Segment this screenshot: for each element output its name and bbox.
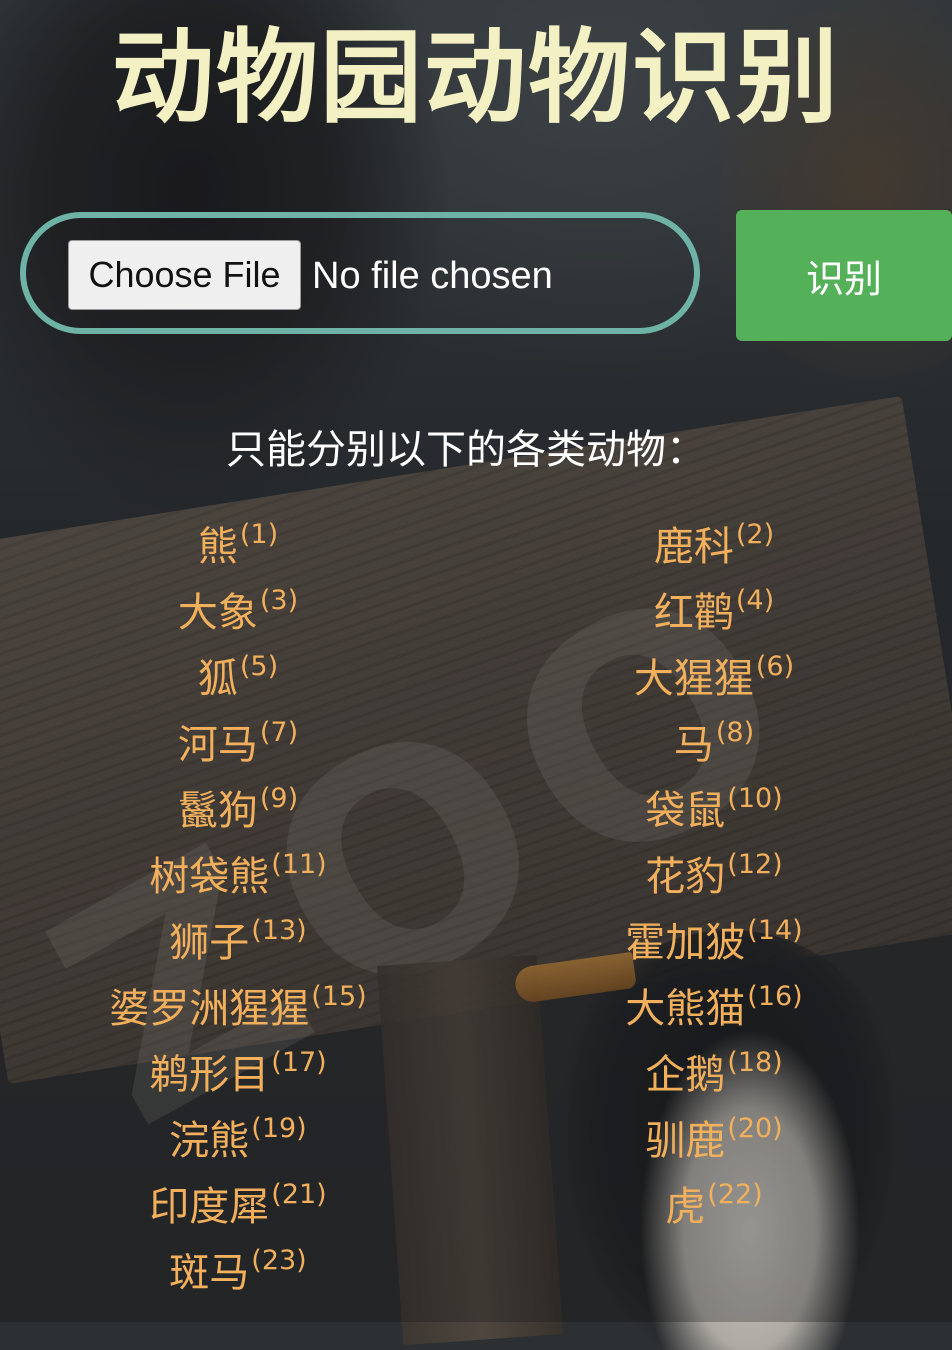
animal-number: (14) [747, 915, 803, 946]
animal-item: 树袋熊(11) [0, 844, 476, 910]
animal-number: (8) [715, 717, 755, 748]
animal-name: 大象 [177, 590, 258, 636]
animal-number: (16) [747, 981, 803, 1012]
animal-item: 虎(22) [476, 1174, 952, 1240]
animal-item: 鬣狗(9) [0, 778, 476, 844]
animal-name: 大熊猫 [625, 986, 746, 1032]
animal-number: (15) [311, 981, 367, 1012]
animal-list-right: 鹿科(2) 红鹳(4) 大猩猩(6) 马(8) 袋鼠(10) 花豹(12) 霍加… [476, 514, 952, 1240]
animal-name: 袋鼠 [645, 788, 726, 834]
animal-name: 婆罗洲猩猩 [109, 986, 310, 1032]
animal-item: 浣熊(19) [0, 1108, 476, 1174]
animal-name: 大猩猩 [633, 656, 754, 702]
animal-item: 企鹅(18) [476, 1042, 952, 1108]
animal-item: 花豹(12) [476, 844, 952, 910]
animal-number: (4) [735, 585, 775, 616]
animal-item: 大熊猫(16) [476, 976, 952, 1042]
animal-number: (21) [271, 1179, 327, 1210]
animal-name: 鹈形目 [149, 1052, 270, 1098]
animal-item: 河马(7) [0, 712, 476, 778]
animal-number: (18) [727, 1047, 783, 1078]
animal-item: 婆罗洲猩猩(15) [0, 976, 476, 1042]
animal-name: 狮子 [169, 920, 250, 966]
animal-name: 驯鹿 [645, 1118, 726, 1164]
animal-name: 浣熊 [169, 1118, 250, 1164]
animal-number: (3) [259, 585, 299, 616]
animal-number: (1) [239, 519, 279, 550]
animal-number: (5) [239, 651, 279, 682]
animal-item: 鹈形目(17) [0, 1042, 476, 1108]
animal-item: 大猩猩(6) [476, 646, 952, 712]
animal-name: 树袋熊 [149, 854, 270, 900]
animal-name: 印度犀 [149, 1184, 270, 1230]
animal-item: 印度犀(21) [0, 1174, 476, 1240]
animal-list-left: 熊(1) 大象(3) 狐(5) 河马(7) 鬣狗(9) 树袋熊(11) 狮子(1… [0, 514, 476, 1306]
page-title: 动物园动物识别 [112, 19, 840, 138]
animal-item: 红鹳(4) [476, 580, 952, 646]
animal-name: 红鹳 [653, 590, 734, 636]
animal-name: 狐 [197, 656, 238, 702]
main-content: 动物园动物识别 Choose File No file chosen 识别 只能… [0, 0, 952, 1322]
animal-item: 狐(5) [0, 646, 476, 712]
animal-item: 熊(1) [0, 514, 476, 580]
animal-name: 虎 [665, 1184, 706, 1230]
animal-name: 鬣狗 [177, 788, 258, 834]
animal-number: (23) [251, 1245, 307, 1276]
animal-number: (17) [271, 1047, 327, 1078]
animal-item: 斑马(23) [0, 1240, 476, 1306]
animal-number: (7) [259, 717, 299, 748]
animal-name: 花豹 [645, 854, 726, 900]
animal-name: 霍加狓 [625, 920, 746, 966]
animal-number: (22) [707, 1179, 763, 1210]
animal-item: 霍加狓(14) [476, 910, 952, 976]
animal-name: 马 [673, 722, 714, 768]
animal-item: 驯鹿(20) [476, 1108, 952, 1174]
instruction-text: 只能分别以下的各类动物： [226, 427, 706, 473]
animal-name: 鹿科 [653, 524, 734, 570]
animal-name: 熊 [197, 524, 238, 570]
animal-number: (9) [259, 783, 299, 814]
animal-number: (13) [251, 915, 307, 946]
animal-number: (12) [727, 849, 783, 880]
animal-name: 斑马 [169, 1250, 250, 1296]
choose-file-button[interactable]: Choose File [68, 240, 301, 310]
animal-item: 鹿科(2) [476, 514, 952, 580]
animal-number: (20) [727, 1113, 783, 1144]
animal-item: 马(8) [476, 712, 952, 778]
animal-number: (11) [271, 849, 327, 880]
animal-item: 狮子(13) [0, 910, 476, 976]
animal-item: 大象(3) [0, 580, 476, 646]
file-status-text: No file chosen [312, 255, 553, 297]
animal-name: 河马 [177, 722, 258, 768]
animal-number: (19) [251, 1113, 307, 1144]
animal-number: (10) [727, 783, 783, 814]
animal-number: (2) [735, 519, 775, 550]
animal-item: 袋鼠(10) [476, 778, 952, 844]
animal-number: (6) [755, 651, 795, 682]
identify-button[interactable]: 识别 [736, 210, 952, 341]
animal-name: 企鹅 [645, 1052, 726, 1098]
